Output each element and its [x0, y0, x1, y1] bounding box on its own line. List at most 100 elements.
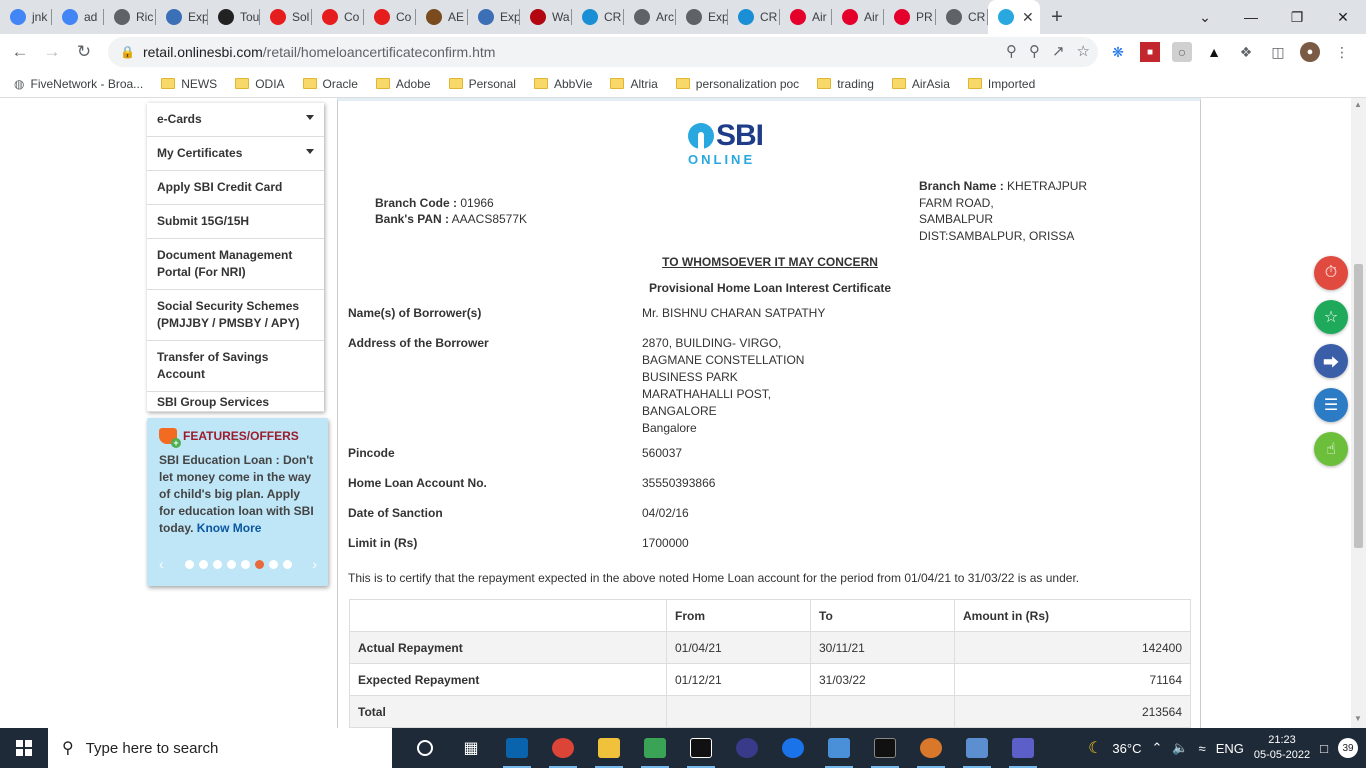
weather-moon-icon[interactable]: ☾	[1088, 738, 1102, 758]
scrollbar-thumb[interactable]	[1354, 264, 1363, 548]
browser-tab[interactable]: Exp	[468, 0, 520, 34]
side-panel-icon[interactable]: ◫	[1268, 42, 1288, 62]
outlook-icon[interactable]	[494, 728, 540, 768]
maximize-button[interactable]: ❐	[1274, 0, 1320, 34]
profile-avatar[interactable]: ●	[1300, 42, 1320, 62]
task-view-icon[interactable]: ▦	[448, 728, 494, 768]
reload-button[interactable]: ↻	[68, 36, 100, 68]
chrome-icon[interactable]	[540, 728, 586, 768]
share-page-icon[interactable]: ↗	[1052, 42, 1065, 60]
cortana-icon[interactable]	[402, 728, 448, 768]
sidebar-item[interactable]: Apply SBI Credit Card	[147, 171, 324, 205]
teams-icon[interactable]	[1000, 728, 1046, 768]
weather-text[interactable]: 36°C	[1112, 741, 1141, 756]
minimize-button[interactable]: —	[1228, 0, 1274, 34]
browser-tab[interactable]: ad	[52, 0, 104, 34]
bookmark-item[interactable]: Imported	[967, 77, 1035, 91]
forward-button[interactable]: →	[36, 36, 68, 68]
tray-chevron-icon[interactable]: ⌃	[1151, 740, 1162, 756]
clock-app-icon[interactable]	[908, 728, 954, 768]
file-explorer-icon[interactable]	[586, 728, 632, 768]
browser-tab[interactable]: Co	[364, 0, 416, 34]
bookmark-item[interactable]: personalization poc	[675, 77, 799, 91]
carousel-dot[interactable]	[240, 559, 250, 569]
app-icon[interactable]	[724, 728, 770, 768]
browser-tab[interactable]: CR	[572, 0, 624, 34]
browser-tab[interactable]: Exp	[676, 0, 728, 34]
terminal-icon[interactable]	[862, 728, 908, 768]
start-button[interactable]	[0, 728, 48, 768]
thumbs-up-icon[interactable]: ☝	[1314, 432, 1348, 466]
browser-tab[interactable]: Sol	[260, 0, 312, 34]
back-button[interactable]: ←	[4, 36, 36, 68]
extensions-puzzle-icon[interactable]: ❖	[1236, 42, 1256, 62]
browser-tab[interactable]: Ric	[104, 0, 156, 34]
browser-tab[interactable]: AE	[416, 0, 468, 34]
bookmark-item[interactable]: Oracle	[302, 77, 358, 91]
key-icon[interactable]: ⚲	[1006, 42, 1017, 60]
bookmark-star-icon[interactable]: ☆	[1077, 42, 1090, 60]
browser-tab[interactable]: Arc	[624, 0, 676, 34]
scroll-up-icon[interactable]: ▲	[1354, 100, 1362, 109]
maps-icon[interactable]	[770, 728, 816, 768]
drive-extension-icon[interactable]: ▲	[1204, 42, 1224, 62]
sidebar-item[interactable]: Transfer of Savings Account	[147, 341, 324, 392]
sidebar-item[interactable]: My Certificates	[147, 137, 324, 171]
clock[interactable]: 21:23 05-05-2022	[1254, 733, 1310, 763]
bookmark-item[interactable]: ◍ FiveNetwork - Broa...	[14, 77, 143, 91]
notification-count[interactable]: 39	[1338, 738, 1358, 758]
menu-kebab-icon[interactable]: ⋮	[1332, 42, 1352, 62]
address-bar[interactable]: 🔒 retail.onlinesbi.com/retail/homeloance…	[108, 37, 1098, 67]
carousel-dot[interactable]	[226, 559, 236, 569]
bookmark-item[interactable]: Altria	[610, 77, 658, 91]
carousel-dot[interactable]	[254, 559, 264, 569]
browser-tab[interactable]: Co	[312, 0, 364, 34]
wifi-icon[interactable]: ≈	[1199, 741, 1206, 756]
volume-icon[interactable]: 🔈	[1172, 740, 1188, 756]
carousel-dot[interactable]	[184, 559, 194, 569]
bookmark-item[interactable]: NEWS	[161, 77, 217, 91]
lock-icon[interactable]: 🔒	[120, 45, 135, 59]
sidebar-item[interactable]: e-Cards	[147, 103, 324, 137]
remote-desktop-icon[interactable]	[954, 728, 1000, 768]
tab-search-chevron-icon[interactable]: ⌄	[1182, 0, 1228, 34]
browser-tab[interactable]: Exp	[156, 0, 208, 34]
excel-notepad-icon[interactable]	[632, 728, 678, 768]
bookmark-item[interactable]: trading	[817, 77, 874, 91]
lightbulb-icon[interactable]: ☆	[1314, 300, 1348, 334]
carousel-dot[interactable]	[198, 559, 208, 569]
know-more-link[interactable]: Know More	[197, 521, 262, 535]
bookmark-item[interactable]: AirAsia	[891, 77, 950, 91]
language-indicator[interactable]: ENG	[1216, 741, 1244, 756]
scroll-down-icon[interactable]: ▼	[1354, 714, 1362, 723]
tata-icon[interactable]	[816, 728, 862, 768]
carousel-dot[interactable]	[268, 559, 278, 569]
zoom-icon[interactable]: ⚲	[1029, 42, 1040, 60]
gray-extension-icon[interactable]: ○	[1172, 42, 1192, 62]
browser-tab[interactable]: jnk	[0, 0, 52, 34]
carousel-next-icon[interactable]: ›	[312, 556, 317, 572]
carousel-dot[interactable]	[282, 559, 292, 569]
sidebar-item[interactable]: Social Security Schemes (PMJJBY / PMSBY …	[147, 290, 324, 341]
browser-tab-active[interactable]: ✕	[988, 0, 1040, 34]
browser-tab[interactable]: Air	[832, 0, 884, 34]
red-extension-icon[interactable]: ■	[1140, 42, 1160, 62]
profile-list-icon[interactable]: ☰	[1314, 388, 1348, 422]
browser-tab[interactable]: Air	[780, 0, 832, 34]
share-icon[interactable]: ⮕	[1314, 344, 1348, 378]
sidebar-item[interactable]: Submit 15G/15H	[147, 205, 324, 239]
sidebar-item[interactable]: Document Management Portal (For NRI)	[147, 239, 324, 290]
browser-tab[interactable]: CR	[936, 0, 988, 34]
bookmark-item[interactable]: Adobe	[375, 77, 431, 91]
timer-icon[interactable]: ⏱	[1314, 256, 1348, 290]
browser-tab[interactable]: Tou	[208, 0, 260, 34]
sidebar-item[interactable]: SBI Group Services	[147, 392, 324, 412]
notification-icon[interactable]: □	[1320, 741, 1328, 756]
taskbar-search[interactable]: ⚲ Type here to search	[48, 728, 392, 768]
page-scrollbar[interactable]: ▲ ▼	[1351, 98, 1366, 728]
browser-tab[interactable]: Wa	[520, 0, 572, 34]
intellij-icon[interactable]	[678, 728, 724, 768]
close-window-button[interactable]: ✕	[1320, 0, 1366, 34]
carousel-prev-icon[interactable]: ‹	[159, 556, 164, 572]
bookmark-item[interactable]: AbbVie	[533, 77, 592, 91]
